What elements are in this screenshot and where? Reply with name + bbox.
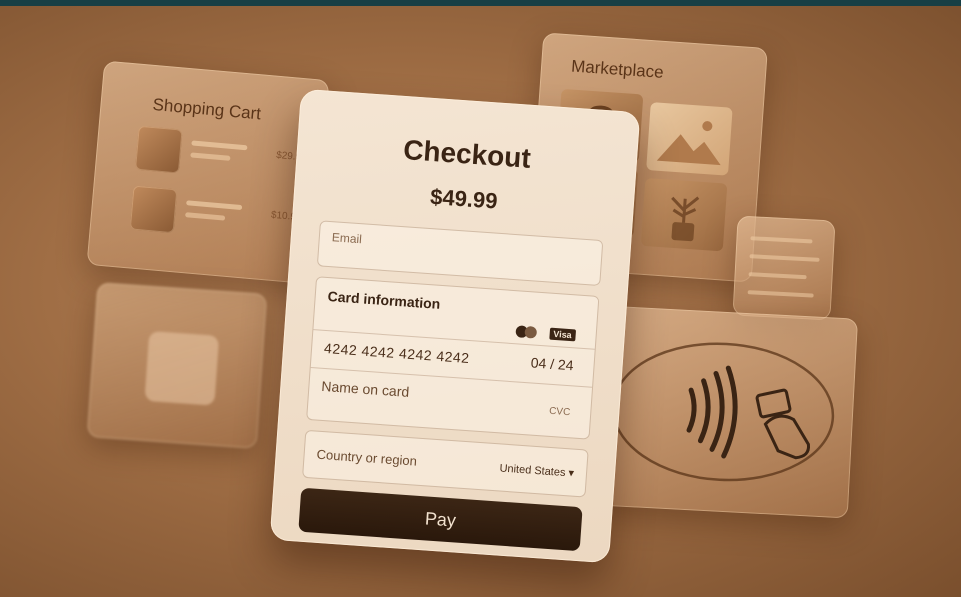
shopping-cart-title: Shopping Cart [151, 94, 262, 124]
checkout-title: Checkout [402, 134, 532, 174]
list-card [732, 215, 836, 321]
item-name-placeholder [186, 200, 243, 211]
card-brand-badge: Visa [548, 327, 577, 342]
top-band [0, 0, 961, 6]
card-number-field[interactable]: 4242 4242 4242 4242 [324, 340, 471, 366]
chevron-down-icon: ▾ [568, 467, 575, 480]
list-line [750, 236, 813, 244]
cart-item: $10.99 [129, 185, 303, 253]
list-line [749, 254, 820, 262]
contactless-card [592, 305, 859, 519]
product-thumbnail [134, 125, 183, 174]
country-label: Country or region [316, 446, 418, 469]
marketplace-title: Marketplace [570, 56, 665, 82]
product-thumbnail [129, 185, 178, 234]
expiry-field[interactable]: 04 / 24 [530, 354, 574, 373]
item-detail-placeholder [190, 152, 231, 161]
list-line [748, 272, 807, 280]
list-line [747, 290, 814, 298]
country-value: United States ▾ [499, 462, 575, 480]
plant-icon [640, 177, 728, 252]
email-placeholder: Email [331, 230, 363, 247]
contactless-payment-icon [611, 342, 835, 482]
email-field[interactable]: Email [316, 220, 604, 287]
checkout-amount: $49.99 [429, 183, 499, 214]
card-information-label: Card information [327, 288, 441, 312]
cart-item: $29.99 [134, 125, 308, 193]
name-on-card-field[interactable]: Name on card [321, 378, 410, 400]
mastercard-icon [515, 325, 538, 339]
checkout-card: Checkout $49.99 Email Card information V… [269, 88, 641, 564]
pay-button[interactable]: Pay [298, 487, 583, 552]
country-select[interactable]: Country or region United States ▾ [302, 429, 589, 498]
item-detail-placeholder [185, 212, 226, 221]
image-icon [646, 102, 733, 176]
item-name-placeholder [191, 140, 248, 151]
card-information-group: Card information Visa 4242 4242 4242 424… [306, 276, 600, 440]
product-image [144, 330, 220, 406]
cvc-field[interactable]: CVC [549, 406, 571, 418]
blurred-product-card [86, 282, 268, 449]
